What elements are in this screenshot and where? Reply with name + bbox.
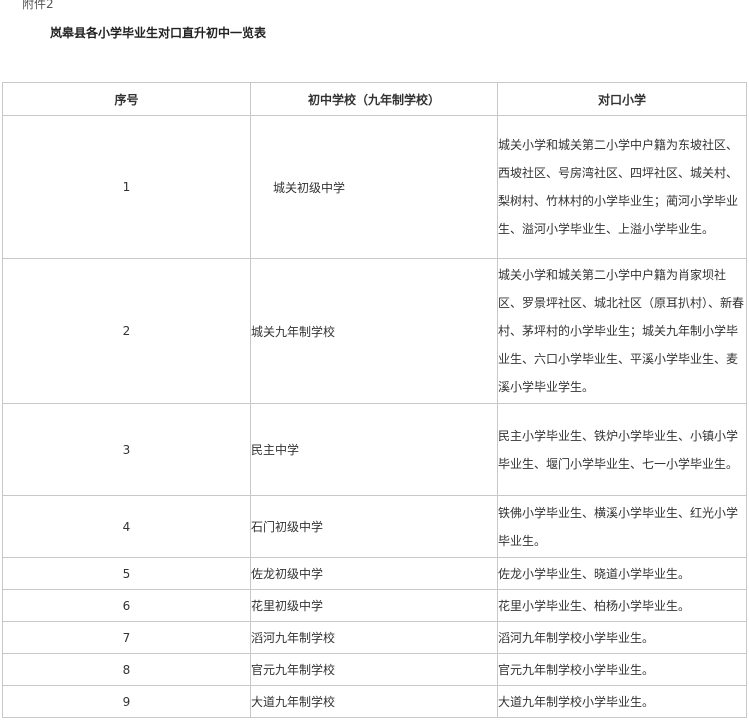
row-number: 5 (2, 557, 251, 590)
middle-school-name: 花里初级中学 (250, 589, 498, 622)
column-header-number: 序号 (2, 82, 251, 116)
middle-school-name: 滔河九年制学校 (250, 621, 498, 654)
middle-school-name: 民主中学 (250, 403, 498, 496)
feeder-schools-text: 花里小学毕业生、柏杨小学毕业生。 (497, 589, 747, 622)
attachment-label: 附件2 (22, 0, 54, 11)
middle-school-name: 城关初级中学 (250, 115, 498, 259)
row-number: 4 (2, 495, 251, 558)
middle-school-name: 城关九年制学校 (250, 258, 498, 404)
table-row: 4 石门初级中学 铁佛小学毕业生、横溪小学毕业生、红光小学毕业生。 (2, 495, 747, 558)
row-number: 3 (2, 403, 251, 496)
feeder-schools-text: 官元九年制学校小学毕业生。 (497, 653, 747, 686)
feeder-schools-text: 佐龙小学毕业生、晓道小学毕业生。 (497, 557, 747, 590)
middle-school-name: 官元九年制学校 (250, 653, 498, 686)
row-number: 8 (2, 653, 251, 686)
row-number: 2 (2, 258, 251, 404)
column-header-feeder-schools: 对口小学 (497, 82, 747, 116)
table-row: 1 城关初级中学 城关小学和城关第二小学中户籍为东坡社区、西坡社区、号房湾社区、… (2, 115, 747, 259)
feeder-schools-text: 城关小学和城关第二小学中户籍为东坡社区、西坡社区、号房湾社区、四坪社区、城关村、… (497, 115, 747, 259)
feeder-schools-text: 铁佛小学毕业生、横溪小学毕业生、红光小学毕业生。 (497, 495, 747, 558)
table-row: 2 城关九年制学校 城关小学和城关第二小学中户籍为肖家坝社区、罗景坪社区、城北社… (2, 258, 747, 404)
feeder-schools-text: 城关小学和城关第二小学中户籍为肖家坝社区、罗景坪社区、城北社区（原耳扒村）、新春… (497, 258, 747, 404)
table-row: 3 民主中学 民主小学毕业生、铁炉小学毕业生、小镇小学毕业生、堰门小学毕业生、七… (2, 403, 747, 496)
feeder-schools-text: 民主小学毕业生、铁炉小学毕业生、小镇小学毕业生、堰门小学毕业生、七一小学毕业生。 (497, 403, 747, 496)
table-row: 7 滔河九年制学校 滔河九年制学校小学毕业生。 (2, 621, 747, 654)
row-number: 7 (2, 621, 251, 654)
table-row: 6 花里初级中学 花里小学毕业生、柏杨小学毕业生。 (2, 589, 747, 622)
row-number: 9 (2, 685, 251, 718)
row-number: 1 (2, 115, 251, 259)
feeder-schools-text: 大道九年制学校小学毕业生。 (497, 685, 747, 718)
table-header-row: 序号 初中学校（九年制学校） 对口小学 (2, 82, 747, 116)
middle-school-name: 佐龙初级中学 (250, 557, 498, 590)
document-title: 岚皋县各小学毕业生对口直升初中一览表 (50, 26, 267, 40)
row-number: 6 (2, 589, 251, 622)
table-row: 8 官元九年制学校 官元九年制学校小学毕业生。 (2, 653, 747, 686)
table-row: 9 大道九年制学校 大道九年制学校小学毕业生。 (2, 685, 747, 718)
school-mapping-table: 序号 初中学校（九年制学校） 对口小学 1 城关初级中学 城关小学和城关第二小学… (2, 82, 747, 718)
column-header-middle-school: 初中学校（九年制学校） (250, 82, 498, 116)
feeder-schools-text: 滔河九年制学校小学毕业生。 (497, 621, 747, 654)
middle-school-name: 大道九年制学校 (250, 685, 498, 718)
middle-school-name: 石门初级中学 (250, 495, 498, 558)
table-row: 5 佐龙初级中学 佐龙小学毕业生、晓道小学毕业生。 (2, 557, 747, 590)
